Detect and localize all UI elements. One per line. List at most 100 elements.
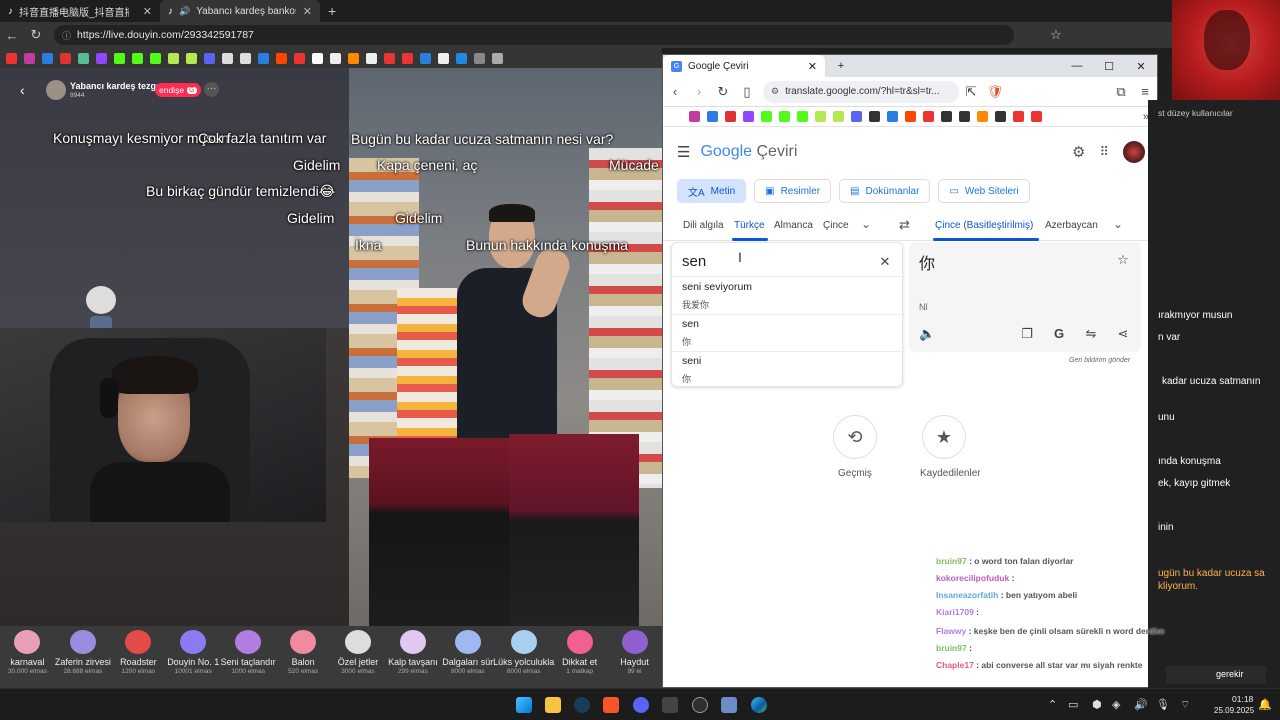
- bookmark-icon[interactable]: [330, 52, 341, 64]
- chevron-down-icon[interactable]: ⌄: [1113, 217, 1123, 231]
- bookmark-icon[interactable]: [222, 52, 233, 64]
- gift-item[interactable]: Zaferin zirvesi 28.888 elmas: [55, 626, 111, 688]
- bookmark-icon[interactable]: [402, 52, 413, 64]
- back-arrow-icon[interactable]: ‹: [663, 84, 687, 99]
- speaker-icon[interactable]: 🔊: [179, 6, 190, 17]
- bookmark-icon[interactable]: [797, 111, 808, 122]
- edge-icon[interactable]: [751, 697, 767, 713]
- app-icon[interactable]: [662, 697, 678, 713]
- gift-item[interactable]: Seni taçlandır 1000 elmas: [221, 626, 276, 688]
- chat-username[interactable]: Flawwy: [936, 626, 966, 636]
- settings-gear-icon[interactable]: ⚙: [1072, 143, 1085, 161]
- bookmark-icon[interactable]: [689, 111, 700, 122]
- bookmark-icon[interactable]: [851, 111, 862, 122]
- apps-grid-icon[interactable]: ⠿: [1099, 144, 1109, 160]
- gift-item[interactable]: Özel jetler 3000 elmas: [331, 626, 386, 688]
- copy-icon[interactable]: ❐: [1019, 326, 1035, 342]
- avatar[interactable]: [1123, 141, 1145, 163]
- close-icon[interactable]: ✕: [143, 5, 152, 18]
- settings-app-icon[interactable]: [721, 697, 737, 713]
- new-tab-button[interactable]: +: [825, 60, 857, 72]
- bookmark-icon[interactable]: [456, 52, 467, 64]
- back-arrow-icon[interactable]: ‹: [20, 82, 25, 98]
- bookmark-icon[interactable]: [815, 111, 826, 122]
- bookmark-icon[interactable]: [78, 52, 89, 64]
- bookmark-icon[interactable]: [276, 52, 287, 64]
- bookmark-icon[interactable]: [348, 52, 359, 64]
- bookmark-icon[interactable]: [186, 52, 197, 64]
- close-icon[interactable]: ✕: [303, 5, 312, 18]
- close-window-icon[interactable]: ✕: [1125, 60, 1157, 73]
- bookmark-icon[interactable]: [474, 52, 485, 64]
- gift-item[interactable]: Kalp tavşanı 299 elmas: [385, 626, 440, 688]
- url-field[interactable]: ⓘ https://live.douyin.com/293342591787: [54, 25, 1014, 45]
- bookmark-icon[interactable]: [743, 111, 754, 122]
- bookmark-icon[interactable]: [977, 111, 988, 122]
- bookmark-icon[interactable]: [258, 52, 269, 64]
- file-explorer-icon[interactable]: [545, 697, 561, 713]
- forward-arrow-icon[interactable]: ›: [687, 84, 711, 99]
- gift-item[interactable]: karnaval 30.000 elmas: [0, 626, 55, 688]
- chat-username[interactable]: kokorecilipofuduk: [936, 573, 1009, 583]
- mode-websites-button[interactable]: ▭ Web Siteleri: [938, 179, 1030, 203]
- bookmark-icon[interactable]: [438, 52, 449, 64]
- bookmark-icon[interactable]: [132, 52, 143, 64]
- gift-item[interactable]: Lüks yolculukla 6000 elmas: [493, 626, 554, 688]
- lang-detect[interactable]: Dili algıla: [683, 220, 724, 231]
- bookmark-icon[interactable]: [995, 111, 1006, 122]
- menu-icon[interactable]: ≡: [1133, 84, 1157, 99]
- windows-start-icon[interactable]: [516, 697, 532, 713]
- lang-target-chinese[interactable]: Çince (Basitleştirilmiş): [935, 220, 1033, 231]
- obs-icon[interactable]: [692, 697, 708, 713]
- discord-icon[interactable]: [633, 697, 649, 713]
- bookmark-icon[interactable]: [366, 52, 377, 64]
- chat-username[interactable]: Kiari1709: [936, 607, 974, 617]
- bookmark-icon[interactable]: [204, 52, 215, 64]
- avatar[interactable]: [46, 80, 66, 100]
- bookmark-icon[interactable]: [707, 111, 718, 122]
- brave-shield-icon[interactable]: 🛡: [983, 84, 1007, 100]
- tab-douyin[interactable]: ♪ 抖音直播电脑版_抖音直播网页版 ✕: [0, 0, 160, 22]
- new-tab-button[interactable]: +: [320, 0, 344, 22]
- security-icon[interactable]: ⬢: [1092, 698, 1102, 711]
- bookmark-icon[interactable]: [60, 52, 71, 64]
- bookmark-icon[interactable]: [96, 52, 107, 64]
- google-logo[interactable]: Google Çeviri: [700, 143, 797, 161]
- reload-icon[interactable]: ↻: [24, 27, 48, 43]
- tab-douyin-active[interactable]: ♪ 🔊 Yabancı kardeş bankosunun ✕: [160, 0, 320, 22]
- bookmark-icon[interactable]: [6, 52, 17, 64]
- rate-translation-icon[interactable]: ⇋: [1083, 326, 1099, 342]
- hamburger-icon[interactable]: ☰: [677, 143, 690, 161]
- bookmark-icon[interactable]: [150, 52, 161, 64]
- volume-icon[interactable]: 🔊: [1134, 698, 1148, 711]
- star-icon[interactable]: ☆: [1115, 252, 1131, 268]
- clear-icon[interactable]: ✕: [877, 254, 893, 270]
- bookmark-icon[interactable]: [869, 111, 880, 122]
- feedback-link[interactable]: Geri bildirim gönder: [1069, 357, 1130, 364]
- bookmark-icon[interactable]: [1013, 111, 1024, 122]
- history-button[interactable]: ⟲: [833, 415, 877, 459]
- google-g-icon[interactable]: G: [1051, 326, 1067, 342]
- lang-source-german[interactable]: Almanca: [774, 220, 813, 231]
- gift-item[interactable]: Dalgaları sür 8000 elmas: [440, 626, 495, 688]
- gift-item[interactable]: Balon 520 elmas: [276, 626, 331, 688]
- network-icon[interactable]: ◈: [1112, 698, 1120, 711]
- bookmark-icon[interactable]: [168, 52, 179, 64]
- gift-item[interactable]: Douyin No. 1 10001 elmas: [166, 626, 221, 688]
- tab-google-translate[interactable]: G Google Çeviri ✕: [663, 55, 825, 77]
- more-icon[interactable]: ···: [204, 82, 219, 97]
- saved-button[interactable]: ★: [922, 415, 966, 459]
- mode-images-button[interactable]: ▣ Resimler: [754, 179, 832, 203]
- bookmark-icon[interactable]: [420, 52, 431, 64]
- minimize-icon[interactable]: —: [1061, 60, 1093, 72]
- mic-icon[interactable]: 🎙: [1156, 698, 1170, 711]
- chat-username[interactable]: bruin97: [936, 556, 967, 566]
- back-arrow-icon[interactable]: ←: [0, 28, 24, 43]
- bookmark-icon[interactable]: [905, 111, 916, 122]
- swap-languages-icon[interactable]: ⇄: [899, 217, 910, 233]
- close-icon[interactable]: ✕: [808, 60, 817, 73]
- bookmark-icon[interactable]: [312, 52, 323, 64]
- source-text-input[interactable]: sen: [682, 253, 706, 270]
- mode-text-button[interactable]: 文A Metin: [677, 179, 747, 203]
- chat-username[interactable]: bruin97: [936, 643, 967, 653]
